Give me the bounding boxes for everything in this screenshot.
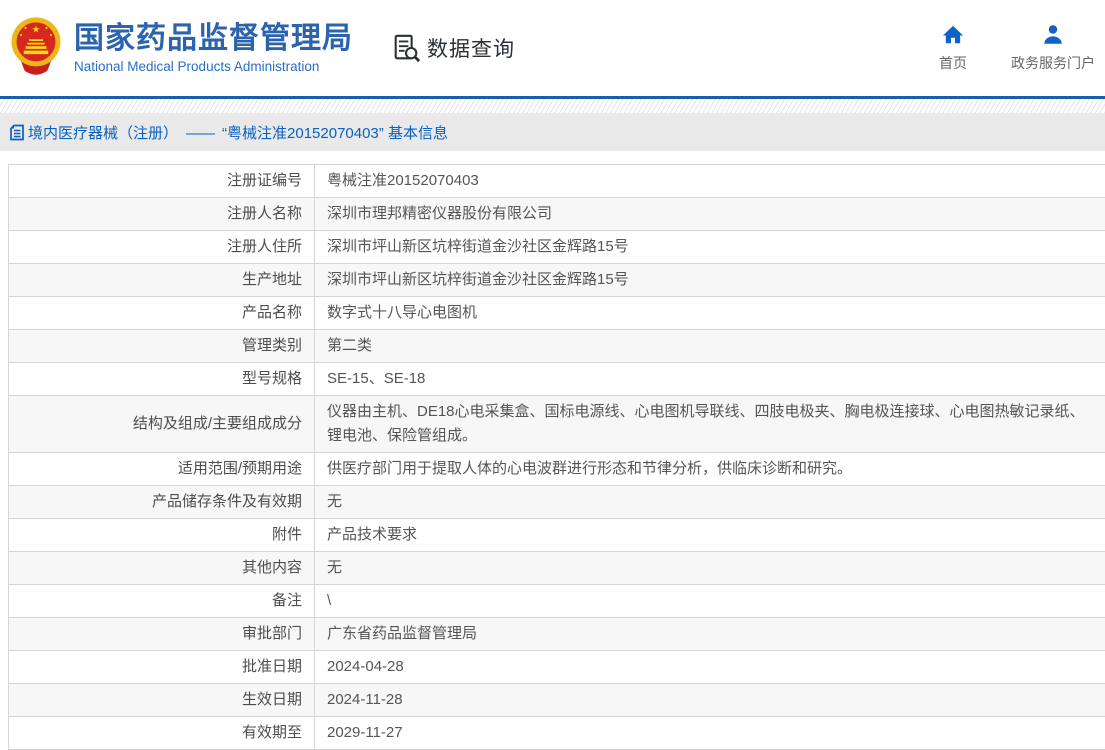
document-icon (9, 124, 25, 141)
table-row: 备注\ (9, 585, 1105, 618)
breadcrumb: 境内医疗器械（注册） —— “粤械注准20152070403” 基本信息 (0, 113, 1105, 151)
nmpa-logo[interactable]: ★ ★ ★ ★ ★ 国家药品监督管理局 National Medical Pro… (8, 15, 353, 81)
hatch-band (0, 99, 1105, 113)
table-row: 产品储存条件及有效期无 (9, 486, 1105, 519)
field-label: 其他内容 (9, 552, 315, 585)
field-value: 粤械注准20152070403 (315, 165, 1105, 198)
field-label: 附件 (9, 519, 315, 552)
svg-text:★: ★ (32, 24, 41, 35)
table-row: 产品名称数字式十八导心电图机 (9, 297, 1105, 330)
site-header: ★ ★ ★ ★ ★ 国家药品监督管理局 National Medical Pro… (0, 0, 1105, 96)
field-label: 产品名称 (9, 297, 315, 330)
nav-item-portal[interactable]: 政务服务门户 (1011, 24, 1095, 73)
registration-info-table: 注册证编号粤械注准20152070403 注册人名称深圳市理邦精密仪器股份有限公… (8, 164, 1105, 750)
national-emblem-icon: ★ ★ ★ ★ ★ (8, 15, 64, 81)
nav-home-label: 首页 (939, 53, 967, 73)
svg-text:★: ★ (19, 33, 23, 38)
table-row: 管理类别第二类 (9, 330, 1105, 363)
table-row: 批准日期2024-04-28 (9, 651, 1105, 684)
table-row: 有效期至2029-11-27 (9, 717, 1105, 750)
field-value: 数字式十八导心电图机 (315, 297, 1105, 330)
field-value: SE-15、SE-18 (315, 363, 1105, 396)
table-row: 适用范围/预期用途供医疗部门用于提取人体的心电波群进行形态和节律分析，供临床诊断… (9, 453, 1105, 486)
field-value: 深圳市理邦精密仪器股份有限公司 (315, 198, 1105, 231)
table-row: 审批部门广东省药品监督管理局 (9, 618, 1105, 651)
field-value: 广东省药品监督管理局 (315, 618, 1105, 651)
table-row: 其他内容无 (9, 552, 1105, 585)
field-value: 2024-11-28 (315, 684, 1105, 717)
field-value: 2024-04-28 (315, 651, 1105, 684)
breadcrumb-text: 境内医疗器械（注册） —— “粤械注准20152070403” 基本信息 (28, 122, 448, 143)
field-value: 仪器由主机、DE18心电采集盒、国标电源线、心电图机导联线、四肢电极夹、胸电极连… (315, 396, 1105, 453)
table-row: 注册人住所深圳市坪山新区坑梓街道金沙社区金辉路15号 (9, 231, 1105, 264)
home-icon (942, 24, 964, 46)
field-label: 批准日期 (9, 651, 315, 684)
header-nav: 首页 政务服务门户 (939, 24, 1099, 73)
field-value: \ (315, 585, 1105, 618)
document-search-icon (391, 33, 421, 63)
page-title: “粤械注准20152070403” 基本信息 (222, 125, 448, 142)
data-query-tab[interactable]: 数据查询 (391, 33, 515, 63)
table-row: 型号规格SE-15、SE-18 (9, 363, 1105, 396)
field-label: 结构及组成/主要组成成分 (9, 396, 315, 453)
field-value: 供医疗部门用于提取人体的心电波群进行形态和节律分析，供临床诊断和研究。 (315, 453, 1105, 486)
nav-item-home[interactable]: 首页 (939, 24, 967, 73)
table-row: 结构及组成/主要组成成分仪器由主机、DE18心电采集盒、国标电源线、心电图机导联… (9, 396, 1105, 453)
user-icon (1042, 24, 1064, 46)
field-value: 2029-11-27 (315, 717, 1105, 750)
table-row: 注册人名称深圳市理邦精密仪器股份有限公司 (9, 198, 1105, 231)
field-label: 注册证编号 (9, 165, 315, 198)
table-row: 生效日期2024-11-28 (9, 684, 1105, 717)
org-title-block: 国家药品监督管理局 National Medical Products Admi… (74, 22, 353, 74)
field-label: 适用范围/预期用途 (9, 453, 315, 486)
field-label: 注册人住所 (9, 231, 315, 264)
breadcrumb-category: 境内医疗器械（注册） (28, 125, 178, 142)
field-value: 第二类 (315, 330, 1105, 363)
table-row: 注册证编号粤械注准20152070403 (9, 165, 1105, 198)
org-subtitle: National Medical Products Administration (74, 59, 353, 74)
svg-text:★: ★ (49, 33, 53, 38)
field-value: 深圳市坪山新区坑梓街道金沙社区金辉路15号 (315, 264, 1105, 297)
field-label: 生效日期 (9, 684, 315, 717)
field-label: 型号规格 (9, 363, 315, 396)
field-label: 备注 (9, 585, 315, 618)
table-row: 附件产品技术要求 (9, 519, 1105, 552)
field-value: 产品技术要求 (315, 519, 1105, 552)
table-row: 生产地址深圳市坪山新区坑梓街道金沙社区金辉路15号 (9, 264, 1105, 297)
field-value: 无 (315, 552, 1105, 585)
data-query-label: 数据查询 (427, 33, 515, 63)
field-label: 有效期至 (9, 717, 315, 750)
org-title: 国家药品监督管理局 (74, 22, 353, 56)
field-label: 管理类别 (9, 330, 315, 363)
field-value: 深圳市坪山新区坑梓街道金沙社区金辉路15号 (315, 231, 1105, 264)
field-label: 审批部门 (9, 618, 315, 651)
nav-portal-label: 政务服务门户 (1011, 53, 1095, 73)
field-label: 生产地址 (9, 264, 315, 297)
field-label: 注册人名称 (9, 198, 315, 231)
field-label: 产品储存条件及有效期 (9, 486, 315, 519)
breadcrumb-separator: —— (186, 125, 214, 142)
field-value: 无 (315, 486, 1105, 519)
